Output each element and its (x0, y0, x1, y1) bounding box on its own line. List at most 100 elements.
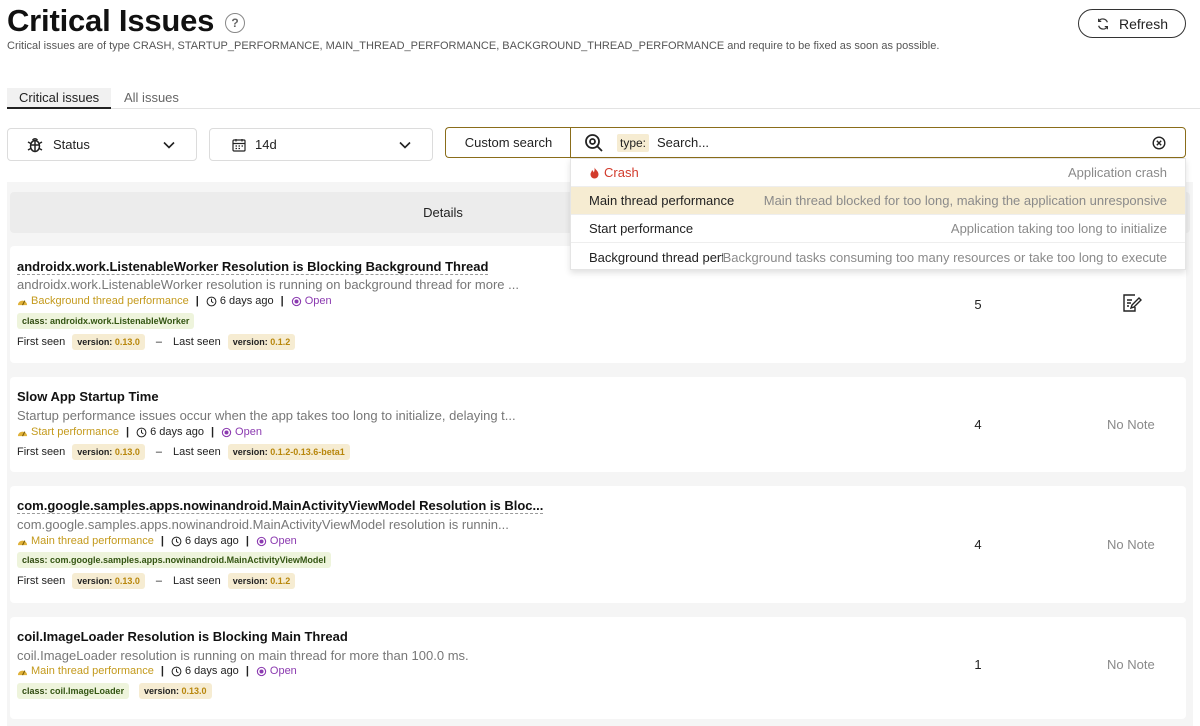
custom-search-button[interactable]: Custom search (445, 127, 571, 158)
separator: | (245, 665, 249, 677)
separator: | (195, 295, 199, 307)
issue-type-label: Start performance (31, 426, 120, 438)
version-value: 0.13.0 (181, 686, 207, 696)
dash: – (155, 446, 162, 458)
clock-icon (136, 427, 147, 437)
status-filter-label: Status (53, 137, 90, 152)
tabs-divider (7, 108, 1200, 109)
class-key: class: (22, 316, 48, 326)
open-status-icon (291, 296, 301, 306)
clock-icon (171, 666, 182, 676)
table-row[interactable]: com.google.samples.apps.nowinandroid.Mai… (10, 486, 1186, 603)
issue-title[interactable]: Slow App Startup Time (17, 389, 159, 404)
issue-type-label: Main thread performance (31, 665, 154, 677)
issue-title[interactable]: androidx.work.ListenableWorker Resolutio… (17, 259, 489, 275)
search-box[interactable]: type: (570, 127, 1186, 158)
version-key: version: (144, 686, 180, 696)
issue-time: 6 days ago (171, 535, 239, 547)
issue-type: Start performance (17, 426, 119, 438)
suggestion-label: Start performance (589, 221, 694, 236)
separator: | (160, 665, 164, 677)
chevron-down-icon (163, 141, 175, 149)
open-status-icon (256, 536, 267, 546)
issue-time: 6 days ago (171, 665, 239, 677)
table-row[interactable]: coil.ImageLoader Resolution is Blocking … (10, 617, 1186, 719)
bug-icon (26, 136, 44, 154)
status-badge: Open (256, 535, 297, 547)
issue-count: 4 (974, 417, 982, 432)
dash: – (155, 336, 162, 348)
status-label: Open (235, 426, 262, 438)
separator: | (245, 535, 249, 547)
last-version-chip: version: 0.1.2 (227, 334, 296, 350)
open-status-icon (256, 666, 267, 676)
issue-time-label: 6 days ago (184, 535, 239, 547)
last-seen-label: Last seen (172, 336, 221, 348)
status-filter-dropdown[interactable]: Status (7, 128, 197, 161)
last-version-chip: version: 0.1.2-0.13.6-beta1 (227, 444, 350, 460)
issue-time-label: 6 days ago (184, 665, 239, 677)
class-chip: class: androidx.work.ListenableWorker (17, 313, 195, 329)
tab-all-issues[interactable]: All issues (112, 90, 191, 108)
first-seen-label: First seen (17, 575, 66, 587)
first-version-chip: version: 0.13.0 (72, 444, 145, 460)
issue-time-label: 6 days ago (219, 295, 274, 307)
search-input[interactable] (657, 135, 1098, 150)
issue-type-label: Main thread performance (31, 535, 154, 547)
suggestion-label: Crash (589, 165, 639, 180)
issue-note[interactable]: No Note (1107, 417, 1155, 432)
suggestion-background-thread-performance[interactable]: Background thread perfc Background tasks… (571, 243, 1185, 271)
class-key: class: (22, 555, 48, 565)
first-version-chip: version: 0.13.0 (72, 334, 145, 350)
issue-description: androidx.work.ListenableWorker resolutio… (17, 277, 519, 292)
tab-critical-issues[interactable]: Critical issues (7, 88, 112, 109)
period-filter-dropdown[interactable]: 14d (209, 128, 433, 161)
issue-title[interactable]: com.google.samples.apps.nowinandroid.Mai… (17, 498, 544, 514)
version-chip: version: 0.13.0 (139, 683, 212, 699)
edit-note-icon[interactable] (1120, 292, 1142, 314)
separator: | (126, 426, 130, 438)
page-title: Critical Issues (7, 3, 215, 38)
issue-note[interactable]: No Note (1107, 657, 1155, 672)
suggestion-crash[interactable]: Crash Application crash (571, 159, 1185, 187)
first-seen-label: First seen (17, 336, 66, 348)
help-icon[interactable]: ? (225, 13, 245, 33)
suggestion-main-thread-performance[interactable]: Main thread performance Main thread bloc… (571, 187, 1185, 215)
first-seen-label: First seen (17, 446, 66, 458)
issue-count: 4 (974, 537, 982, 552)
performance-icon (17, 539, 28, 545)
fire-icon (590, 167, 599, 178)
issue-count: 5 (974, 297, 982, 312)
search-type-chip[interactable]: type: (617, 133, 650, 152)
suggestion-description: Background tasks consuming too many reso… (722, 249, 1167, 265)
issue-time: 6 days ago (206, 295, 274, 307)
performance-icon (17, 299, 28, 305)
class-value: com.google.samples.apps.nowinandroid.Mai… (50, 555, 326, 565)
clear-icon[interactable] (1152, 136, 1166, 150)
issue-note[interactable]: No Note (1107, 537, 1155, 552)
status-label: Open (304, 295, 332, 307)
status-badge: Open (291, 295, 332, 307)
class-value: androidx.work.ListenableWorker (50, 316, 190, 326)
issue-type: Main thread performance (17, 665, 154, 677)
table-row[interactable]: Slow App Startup Time Startup performanc… (10, 377, 1186, 472)
suggestion-label: Main thread performance (589, 193, 735, 208)
class-chip: class: coil.ImageLoader (17, 683, 130, 699)
seen-versions: First seen version: 0.13.0 – Last seen v… (17, 444, 350, 460)
suggestion-start-performance[interactable]: Start performance Application taking too… (571, 215, 1185, 243)
calendar-icon (232, 136, 246, 154)
page-subtitle: Critical issues are of type CRASH, START… (7, 40, 940, 52)
issue-type: Main thread performance (17, 535, 154, 547)
issue-title[interactable]: coil.ImageLoader Resolution is Blocking … (17, 629, 348, 644)
class-chip: class: com.google.samples.apps.nowinandr… (17, 552, 331, 568)
search-suggestions: Crash Application crash Main thread perf… (570, 158, 1186, 270)
first-version-chip: version: 0.13.0 (72, 573, 145, 589)
issue-meta: Main thread performance | 6 days ago | O… (17, 665, 297, 677)
issue-type: Background thread performance (17, 295, 189, 307)
seen-versions: First seen version: 0.13.0 – Last seen v… (17, 334, 296, 350)
refresh-button[interactable]: Refresh (1078, 9, 1186, 38)
suggestion-label: Background thread perfc (589, 249, 723, 265)
issue-type-label: Background thread performance (31, 295, 189, 307)
clock-icon (206, 296, 217, 306)
issue-meta: Main thread performance | 6 days ago | O… (17, 535, 297, 547)
